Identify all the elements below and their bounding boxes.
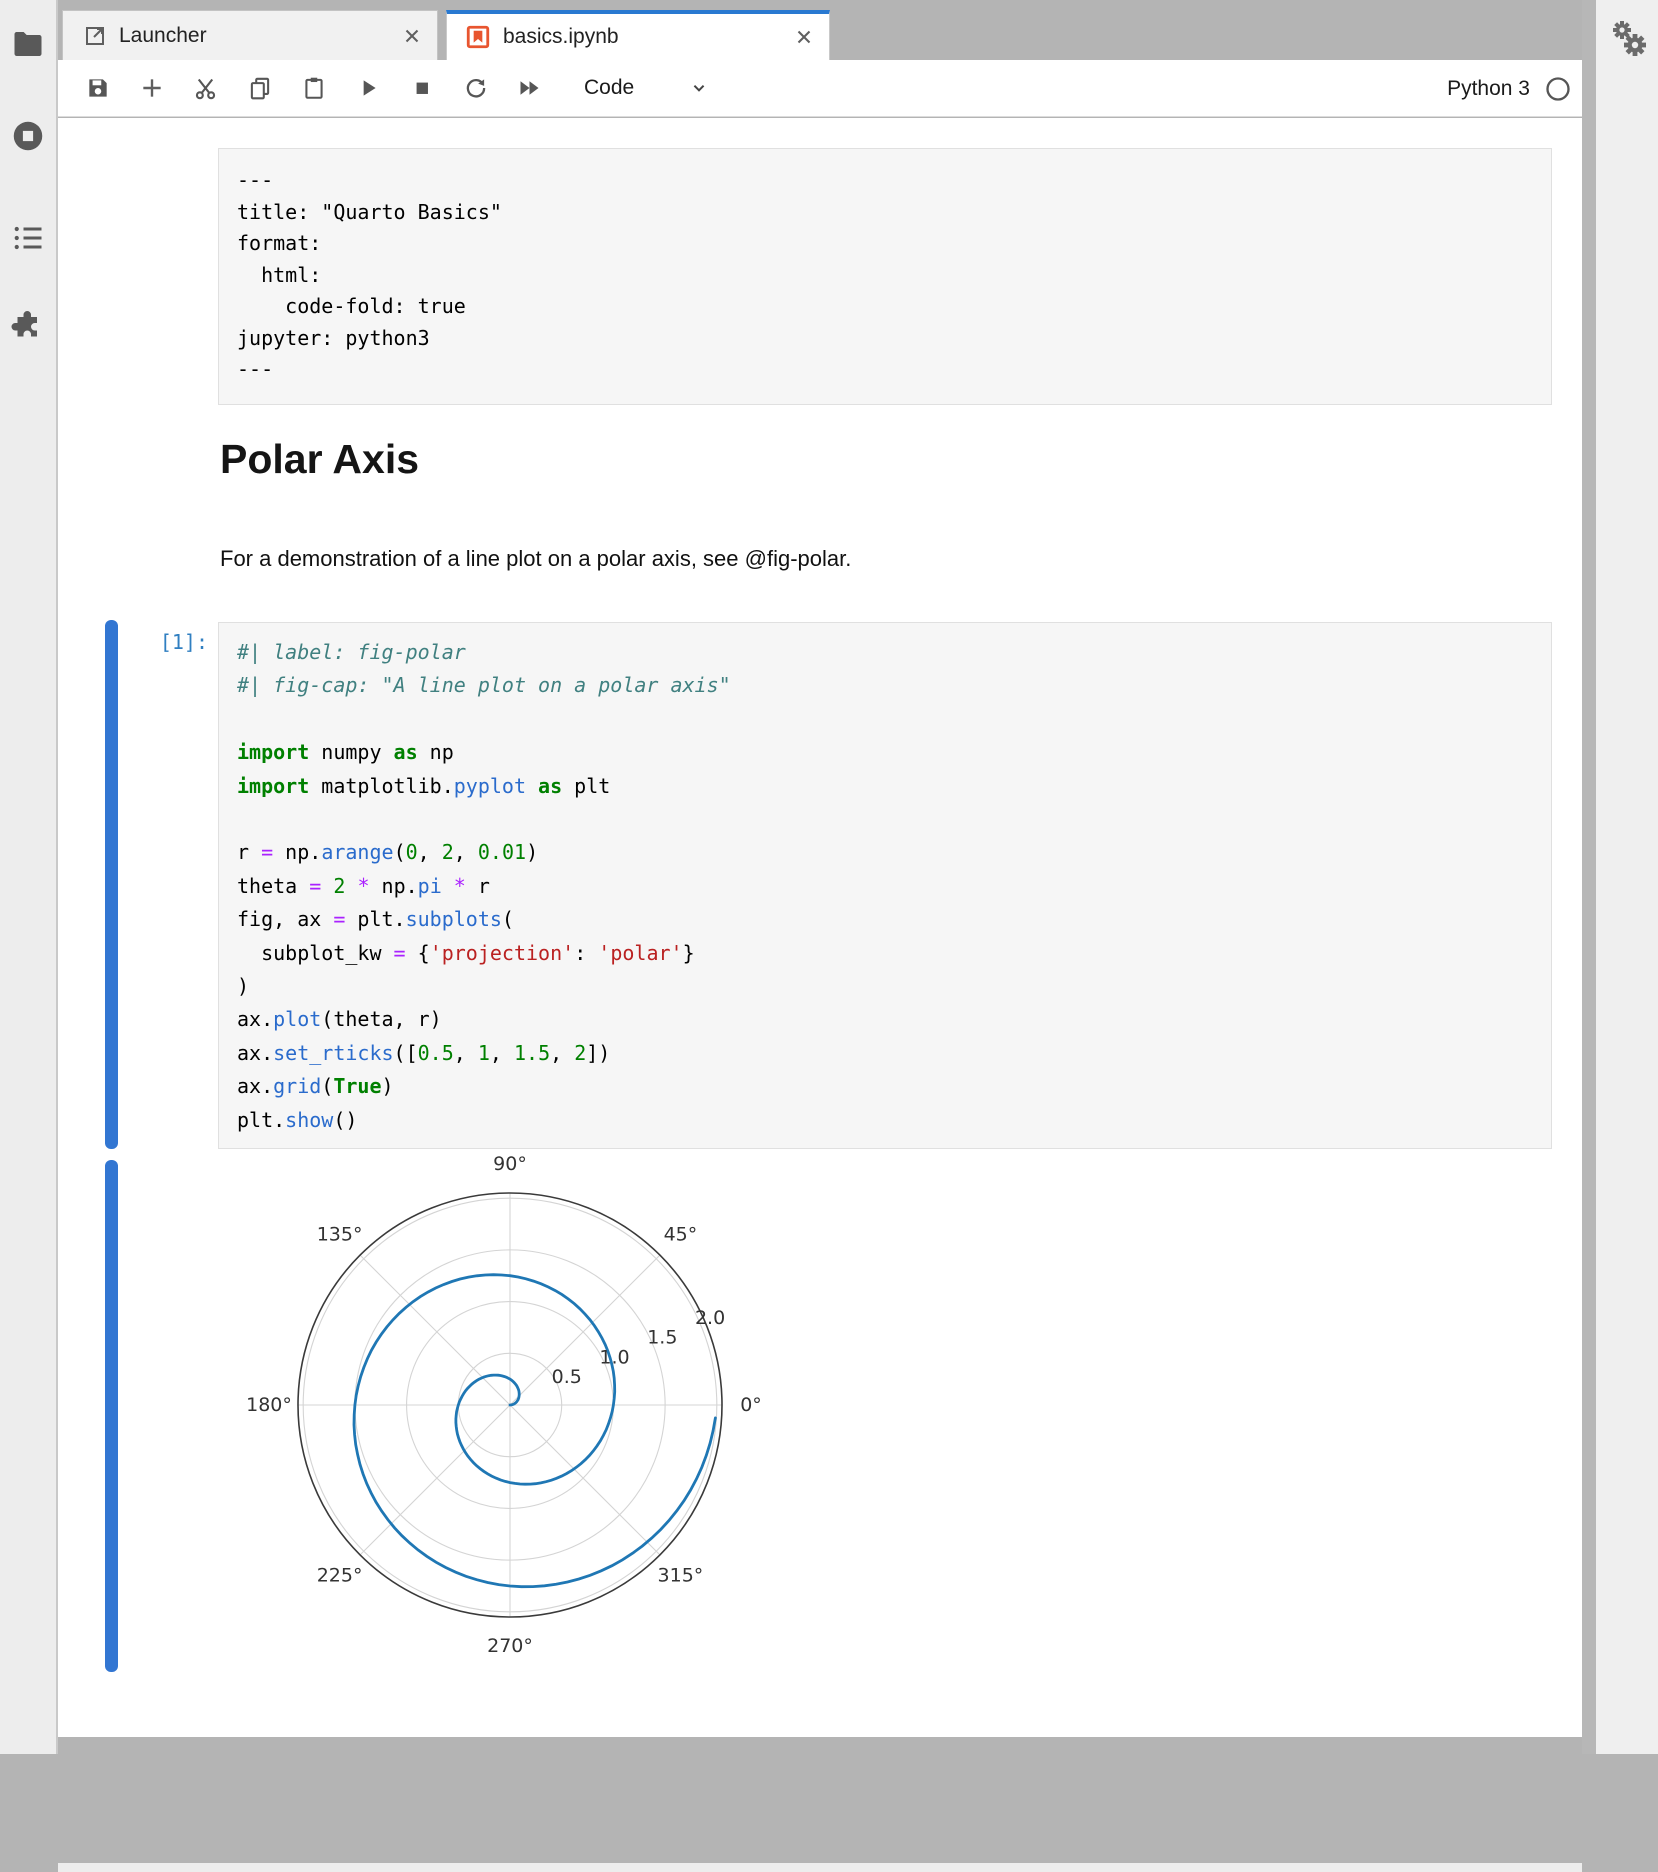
tab-launcher-label: Launcher [119, 24, 393, 48]
kernel-indicator[interactable]: Python 3 [1447, 60, 1572, 117]
notebook-content: ---title: "Quarto Basics"format: html: c… [58, 118, 1582, 1737]
markdown-heading: Polar Axis [220, 436, 419, 483]
notebook-toolbar: Code Python 3 [58, 60, 1582, 117]
status-bar-strip [58, 1863, 1582, 1872]
raw-editor[interactable]: ---title: "Quarto Basics"format: html: c… [237, 165, 1533, 386]
kernel-status-idle-circle-icon [1544, 75, 1572, 103]
svg-text:180°: 180° [246, 1394, 292, 1416]
stop-icon[interactable] [408, 75, 435, 102]
svg-text:2.0: 2.0 [695, 1307, 725, 1329]
cell-type-label: Code [584, 76, 634, 100]
code-editor[interactable]: #| label: fig-polar#| fig-cap: "A line p… [237, 636, 1533, 1137]
extensions-icon[interactable] [10, 308, 46, 344]
left-sidebar [0, 0, 58, 1754]
tab-bar: Launcher basics.ipynb [58, 0, 1582, 60]
svg-text:45°: 45° [664, 1224, 698, 1246]
launcher-icon [83, 24, 107, 48]
cell-output: 0° 45° 90° 135° 180° 225° 270° 315° 0.5 1.0 1.5 2.0 [223, 1153, 813, 1693]
cell-type-dropdown[interactable]: Code [584, 76, 710, 100]
code-cell[interactable]: #| label: fig-polar#| fig-cap: "A line p… [218, 622, 1552, 1149]
add-cell-icon[interactable] [138, 75, 165, 102]
table-of-contents-icon[interactable] [10, 220, 46, 256]
main-window: Launcher basics.ipynb [58, 0, 1582, 1754]
svg-text:0.5: 0.5 [552, 1366, 582, 1388]
notebook-icon [465, 24, 491, 50]
chevron-down-icon [688, 77, 710, 99]
window-bottom-border [58, 1855, 1582, 1863]
close-icon[interactable] [793, 26, 815, 48]
kernel-name: Python 3 [1447, 77, 1530, 101]
svg-text:225°: 225° [317, 1564, 363, 1586]
folder-icon[interactable] [10, 26, 46, 62]
input-cell-collapser[interactable] [105, 620, 118, 1149]
output-cell-collapser[interactable] [105, 1160, 118, 1672]
run-icon[interactable] [354, 75, 381, 102]
cut-icon[interactable] [192, 75, 219, 102]
close-icon[interactable] [401, 25, 423, 47]
tab-notebook[interactable]: basics.ipynb [446, 10, 830, 60]
tab-notebook-label: basics.ipynb [503, 25, 785, 49]
run-all-icon[interactable] [516, 75, 543, 102]
paste-icon[interactable] [300, 75, 327, 102]
execution-count: [1]: [146, 630, 208, 654]
svg-text:135°: 135° [317, 1224, 363, 1246]
svg-text:1.0: 1.0 [599, 1346, 629, 1368]
svg-text:0°: 0° [740, 1394, 762, 1416]
svg-text:270°: 270° [487, 1635, 533, 1657]
right-sidebar [1596, 0, 1658, 1754]
svg-text:315°: 315° [658, 1564, 704, 1586]
window-right-border [1582, 0, 1596, 1754]
copy-icon[interactable] [246, 75, 273, 102]
markdown-paragraph: For a demonstration of a line plot on a … [220, 546, 851, 572]
tab-launcher[interactable]: Launcher [62, 10, 438, 60]
raw-cell[interactable]: ---title: "Quarto Basics"format: html: c… [218, 148, 1552, 405]
restart-kernel-icon[interactable] [462, 75, 489, 102]
running-kernels-icon[interactable] [10, 118, 46, 154]
save-icon[interactable] [84, 75, 111, 102]
svg-text:1.5: 1.5 [647, 1327, 677, 1349]
gears-icon[interactable] [1604, 18, 1652, 70]
svg-text:90°: 90° [493, 1153, 527, 1175]
polar-figure: 0° 45° 90° 135° 180° 225° 270° 315° 0.5 1.0 1.5 2.0 [223, 1153, 813, 1693]
